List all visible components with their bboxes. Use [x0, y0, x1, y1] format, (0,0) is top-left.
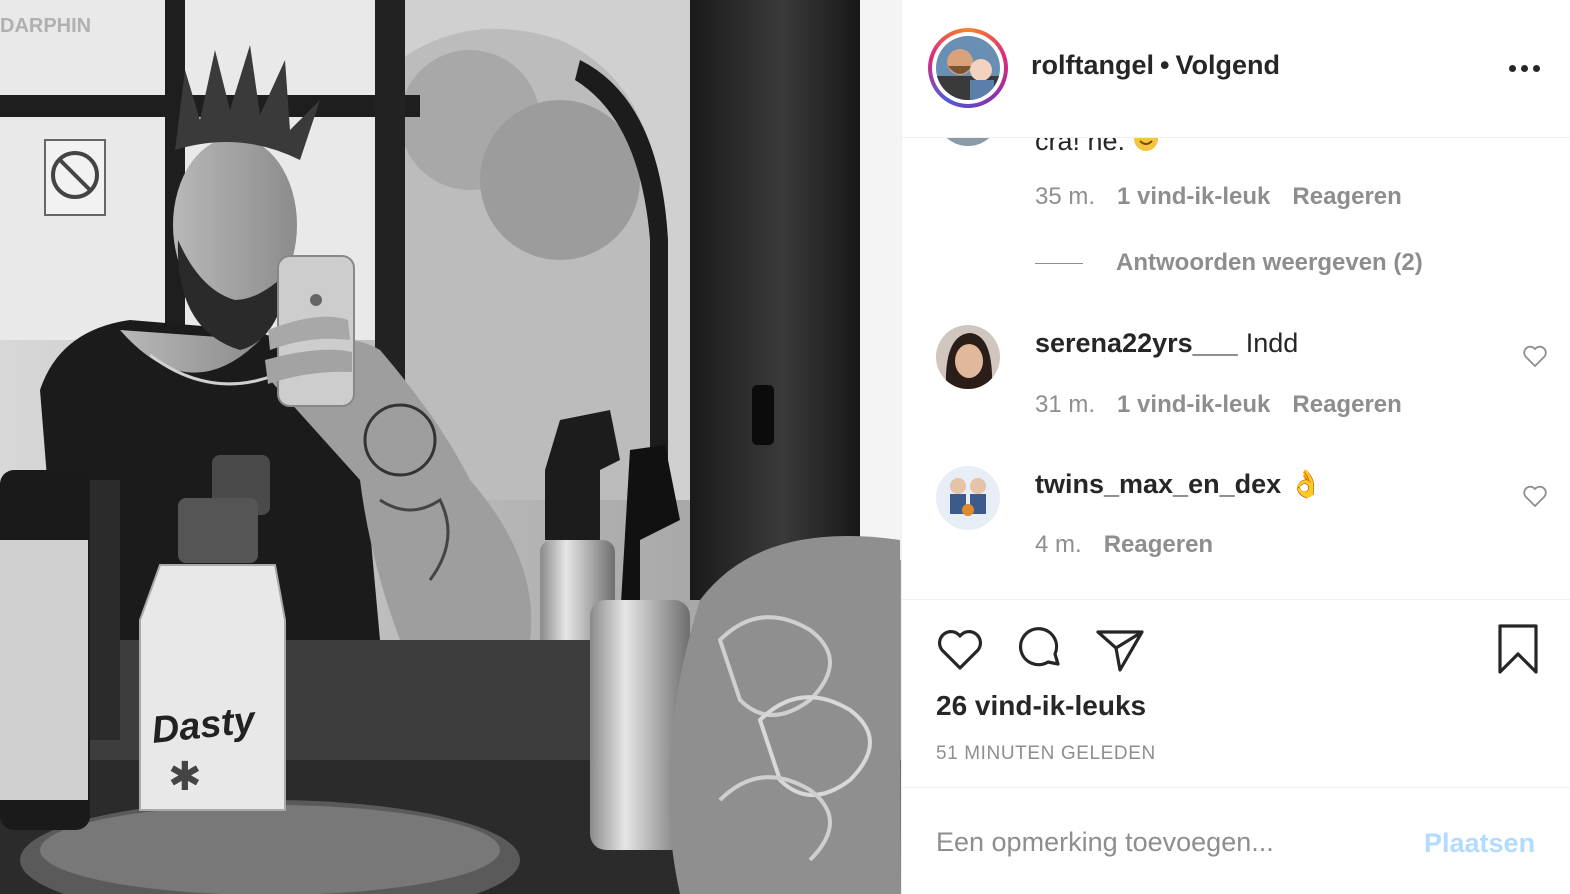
comment-like-count[interactable]: 1 vind-ik-leuk [1117, 391, 1270, 418]
comment-username[interactable]: serena22yrs___ [1035, 328, 1238, 358]
comment-avatar[interactable] [936, 466, 1000, 530]
comment-time[interactable]: 31 m. [1035, 391, 1095, 418]
comment-time[interactable]: 4 m. [1035, 531, 1082, 558]
post-sidebar: rolftangel • Volgend cra! hé. 35 m. 1 vind-… [901, 0, 1570, 894]
post-photo[interactable]: DARPHIN Dasty ✱ [0, 0, 901, 894]
view-replies-button[interactable]: Antwoorden weergeven (2) [1116, 249, 1423, 277]
heart-icon[interactable] [934, 624, 986, 676]
follow-status-button[interactable]: Volgend [1175, 50, 1280, 80]
comment-username[interactable]: twins_max_en_dex [1035, 469, 1281, 499]
reply-button[interactable]: Reageren [1104, 531, 1213, 558]
partial-comment-text: cra! hé. [1035, 138, 1159, 157]
comment-like-heart-icon[interactable] [1522, 344, 1548, 368]
comment-time[interactable]: 35 m. [1035, 183, 1095, 210]
post-comment-button[interactable]: Plaatsen [1424, 828, 1535, 859]
sign-text: DARPHIN [0, 15, 91, 37]
author-avatar[interactable] [928, 28, 1008, 108]
post-timestamp[interactable]: 51 MINUTEN GELEDEN [936, 743, 1156, 765]
comment-line: serena22yrs___ Indd [1035, 328, 1298, 359]
comment-like-heart-icon[interactable] [1522, 484, 1548, 508]
replies-divider [1035, 263, 1083, 264]
comment-like-count[interactable]: 1 vind-ik-leuk [1117, 183, 1270, 210]
comment-meta: 31 m. 1 vind-ik-leuk Reageren [1035, 391, 1424, 419]
post-header: rolftangel • Volgend [902, 0, 1570, 138]
comment-avatar[interactable] [936, 325, 1000, 389]
add-comment-input[interactable] [936, 822, 1406, 862]
reply-button[interactable]: Reageren [1292, 183, 1401, 210]
comment-text: Indd [1245, 328, 1299, 358]
more-options-icon[interactable] [1502, 50, 1546, 86]
author-username[interactable]: rolftangel [1031, 50, 1154, 80]
comment-avatar[interactable] [936, 138, 1000, 146]
comment-icon[interactable] [1014, 624, 1066, 676]
post-actions: 26 vind-ik-leuks 51 MINUTEN GELEDEN [902, 600, 1570, 788]
avatar-photo [936, 325, 1000, 389]
smile-emoji-icon [1133, 138, 1158, 151]
photo-illustration: DARPHIN Dasty ✱ [0, 0, 901, 894]
reply-button[interactable]: Reageren [1292, 391, 1401, 418]
likes-count[interactable]: 26 vind-ik-leuks [936, 690, 1146, 722]
share-icon[interactable] [1094, 624, 1146, 676]
header-user-line: rolftangel • Volgend [1031, 50, 1280, 81]
svg-text:✱: ✱ [168, 754, 202, 800]
comments-list[interactable]: cra! hé. 35 m. 1 vind-ik-leuk Reageren Ant… [902, 138, 1570, 600]
comment-emoji: 👌 [1289, 469, 1323, 499]
comment-line: twins_max_en_dex 👌 [1035, 468, 1323, 500]
avatar-photo [936, 466, 1000, 530]
header-separator: • [1160, 50, 1170, 80]
avatar-photo [936, 36, 1000, 100]
comment-meta: 4 m. Reageren [1035, 531, 1235, 559]
bookmark-icon[interactable] [1492, 624, 1544, 676]
comment-meta: 35 m. 1 vind-ik-leuk Reageren [1035, 183, 1424, 211]
add-comment-bar: Plaatsen [902, 788, 1570, 894]
